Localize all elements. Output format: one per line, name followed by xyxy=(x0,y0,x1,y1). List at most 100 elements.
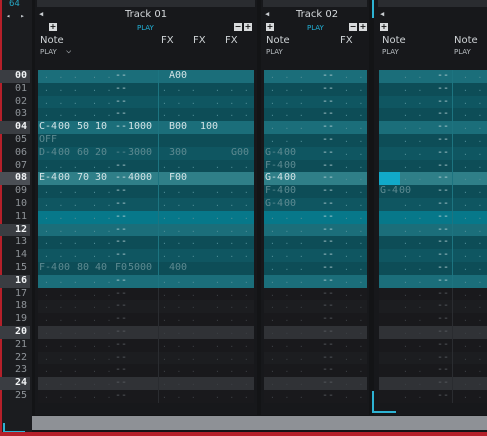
pattern-row[interactable]: --. . . . . A00 xyxy=(38,70,254,83)
empty-cell[interactable]: -- xyxy=(437,249,449,262)
note-cell[interactable]: F-4 xyxy=(265,185,283,198)
pattern-row[interactable]: --. . . . .. . . . . . . . xyxy=(38,326,282,339)
row-number[interactable]: 22 xyxy=(0,352,30,365)
track-02[interactable]: ◀ Track 02 + PLAY − + Note FX PLAY . . .… xyxy=(261,0,378,415)
add-column-button[interactable]: + xyxy=(49,23,57,31)
pattern-row[interactable]: G-400 -- . . . xyxy=(264,172,378,186)
empty-cell[interactable]: -- xyxy=(437,134,449,147)
delay-cell[interactable]: -- xyxy=(115,224,127,237)
empty-cell[interactable]: -- xyxy=(437,364,449,377)
volume-cell[interactable]: 50 xyxy=(77,121,89,134)
fx-cell-3[interactable]: G00 xyxy=(231,147,249,160)
pattern-row[interactable]: C-4 00 50 10 -- 1000 B00 100 xyxy=(38,121,254,134)
track-01[interactable]: ◀ Track 01 + PLAY − + Note FX FX FX PLAY… xyxy=(35,0,282,415)
note-column-play[interactable]: PLAY xyxy=(382,48,399,56)
empty-cell[interactable]: -- xyxy=(115,339,127,352)
empty-cell[interactable]: -- xyxy=(115,364,127,377)
pattern-row[interactable]: OFF xyxy=(38,134,254,147)
empty-cell[interactable]: -- xyxy=(115,288,127,301)
fx-column-header-3[interactable]: FX xyxy=(225,35,238,46)
pattern-row[interactable]: . . -- . . . xyxy=(379,223,487,237)
pattern-row[interactable]: . . -- . . . xyxy=(379,326,487,339)
pattern-row[interactable]: . . -- . . . xyxy=(379,146,487,160)
note-column-header[interactable]: Note xyxy=(266,35,290,46)
collapse-arrow-icon[interactable]: ◀ xyxy=(380,10,384,18)
pattern-row[interactable]: . . -- . . . xyxy=(379,274,487,288)
pattern-row[interactable]: --. . . . .. . . . . . . . xyxy=(38,274,282,288)
effect-amount-cell[interactable]: 5000 xyxy=(128,262,152,275)
empty-cell[interactable]: -- xyxy=(322,198,334,211)
row-number[interactable]: 01 xyxy=(0,83,30,96)
fx-cell-2[interactable]: 100 xyxy=(200,121,218,134)
empty-cell[interactable]: -- xyxy=(322,249,334,262)
pattern-row[interactable]: --. . . . .. . . . . . . . xyxy=(38,351,282,365)
instrument-cell[interactable]: 00 xyxy=(58,172,70,185)
delay-cell[interactable]: -- xyxy=(115,160,127,173)
instrument-cell[interactable]: 00 xyxy=(284,185,296,198)
pattern-row[interactable]: . . -- . . . xyxy=(379,198,487,211)
track-title[interactable]: Track 01 xyxy=(125,9,167,20)
track-nav-arrows-icon[interactable]: ◂ ▸ xyxy=(6,12,28,20)
pattern-row[interactable]: --. . . . .. . . . . . . . xyxy=(38,364,282,378)
pattern-row[interactable]: . . . -- . . . xyxy=(264,95,378,109)
pattern-row[interactable]: . . -- . . . xyxy=(379,236,487,250)
delay-cell[interactable]: -- xyxy=(115,185,127,198)
fx-cell-1[interactable]: 400 xyxy=(169,262,187,275)
empty-cell[interactable]: -- xyxy=(437,96,449,109)
empty-cell[interactable]: -- xyxy=(437,377,449,390)
pattern-row[interactable]: . . -- . . . xyxy=(379,364,487,378)
row-number[interactable]: 15 xyxy=(0,262,30,275)
empty-cell[interactable]: -- xyxy=(322,326,334,339)
pattern-row[interactable]: E-4 00 70 30 -- 4000 F00 xyxy=(38,172,254,186)
row-number[interactable]: 25 xyxy=(0,390,30,403)
note-cell[interactable]: G-4 xyxy=(265,172,283,185)
row-number[interactable]: 14 xyxy=(0,249,30,262)
empty-cell[interactable]: -- xyxy=(115,313,127,326)
pattern-row[interactable]: . . . -- . . . xyxy=(264,351,378,365)
note-cell[interactable]: D-4 xyxy=(39,147,57,160)
row-number[interactable]: 04 xyxy=(0,121,30,134)
volume-cell[interactable]: 80 xyxy=(77,262,89,275)
fx-column-header-1[interactable]: FX xyxy=(161,35,174,46)
pattern-row[interactable]: --. . . . .. . . . . . . . xyxy=(38,223,282,237)
row-number[interactable]: 05 xyxy=(0,134,30,147)
panning-cell[interactable]: 30 xyxy=(95,172,107,185)
empty-cell[interactable]: -- xyxy=(437,172,449,185)
instrument-cell[interactable]: 00 xyxy=(284,160,296,173)
add-fx-column-button[interactable]: + xyxy=(244,23,252,31)
row-number[interactable]: 12 xyxy=(0,223,30,237)
note-cell[interactable]: E-4 xyxy=(39,172,57,185)
pattern-row[interactable]: --. . . . .. . . . . . . . xyxy=(38,198,282,211)
empty-cell[interactable]: -- xyxy=(437,83,449,96)
pattern-row[interactable]: . . . -- . . . xyxy=(264,249,378,262)
empty-cell[interactable]: -- xyxy=(322,83,334,96)
row-number[interactable]: 03 xyxy=(0,108,30,121)
remove-column-button[interactable]: − xyxy=(349,23,357,31)
delay-cell[interactable]: -- xyxy=(115,147,127,160)
empty-cell[interactable]: -- xyxy=(437,224,449,237)
fx-column-header-2[interactable]: FX xyxy=(193,35,206,46)
empty-cell[interactable]: -- xyxy=(437,108,449,121)
empty-cell[interactable]: -- xyxy=(322,300,334,313)
pattern-row[interactable]: --. . . . .. . . . . . . . xyxy=(38,236,282,250)
pattern-row[interactable]: . . . -- . . . xyxy=(264,326,378,339)
row-number[interactable]: 19 xyxy=(0,313,30,326)
pattern-row[interactable]: --. . . . .. . . . . . . . xyxy=(38,210,282,224)
pattern-row[interactable]: . . . -- . . . xyxy=(264,82,378,96)
empty-cell[interactable]: -- xyxy=(322,236,334,249)
empty-cell[interactable]: -- xyxy=(322,147,334,160)
row-number[interactable]: 13 xyxy=(0,236,30,249)
pattern-row[interactable]: . . . -- . . . xyxy=(264,377,378,390)
instrument-cell[interactable]: 00 xyxy=(58,262,70,275)
row-number[interactable]: 23 xyxy=(0,364,30,377)
row-number[interactable]: 02 xyxy=(0,96,30,109)
pattern-row[interactable]: . . -- . . . xyxy=(379,262,487,275)
empty-cell[interactable]: -- xyxy=(322,108,334,121)
play-mode[interactable]: PLAY xyxy=(137,24,154,32)
empty-cell[interactable]: -- xyxy=(115,352,127,365)
fx-cell-1[interactable]: F00 xyxy=(169,172,187,185)
pattern-row[interactable]: . . -- . . . xyxy=(379,300,487,314)
delay-cell[interactable]: -- xyxy=(115,96,127,109)
pattern-row[interactable]: . . -- . . . xyxy=(379,159,487,173)
pattern-row[interactable]: . . -- . . . xyxy=(379,108,487,122)
